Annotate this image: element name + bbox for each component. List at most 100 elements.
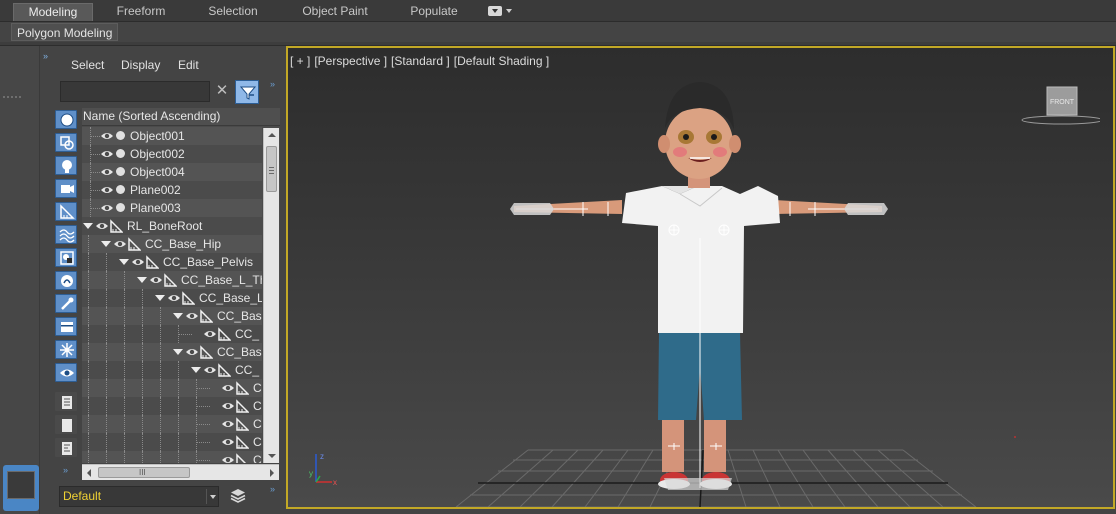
scroll-left-icon[interactable] <box>87 469 91 477</box>
hidden-filter-button[interactable] <box>55 363 77 382</box>
cameras-filter-button[interactable] <box>55 179 77 198</box>
scroll-thumb[interactable]: III <box>98 467 190 478</box>
visibility-eye-icon[interactable] <box>149 274 163 288</box>
invert-display-button[interactable] <box>55 438 77 457</box>
tree-row[interactable]: C <box>82 397 262 415</box>
geometry-filter-button[interactable] <box>55 110 77 129</box>
xrefs-filter-button[interactable] <box>55 271 77 290</box>
visibility-eye-icon[interactable] <box>100 202 114 216</box>
expand-toggle-icon[interactable] <box>137 277 147 283</box>
ribbon-options-dropdown[interactable] <box>488 6 514 18</box>
tree-row[interactable]: C <box>82 451 262 463</box>
tree-row[interactable]: Object001 <box>82 127 262 145</box>
visibility-eye-icon[interactable] <box>167 292 181 306</box>
display-none-button[interactable] <box>55 415 77 434</box>
visibility-eye-icon[interactable] <box>221 454 235 463</box>
visibility-eye-icon[interactable] <box>221 418 235 432</box>
tab-modeling[interactable]: Modeling <box>13 3 93 21</box>
tree-guide <box>106 289 107 307</box>
expand-arrows-icon[interactable]: » <box>270 79 275 89</box>
menu-edit[interactable]: Edit <box>178 58 199 72</box>
helpers-filter-button[interactable] <box>55 202 77 221</box>
expand-toggle-icon[interactable] <box>173 349 183 355</box>
viewport-point-of-view-menu[interactable]: [Perspective ] <box>314 54 387 68</box>
visibility-eye-icon[interactable] <box>221 382 235 396</box>
viewport-standard-menu[interactable]: [Standard ] <box>391 54 450 68</box>
expand-toggle-icon[interactable] <box>83 223 93 229</box>
expand-toggle-icon[interactable] <box>191 367 201 373</box>
visibility-eye-icon[interactable] <box>221 436 235 450</box>
viewcube[interactable]: FRONT <box>1020 84 1100 128</box>
tree-row[interactable]: CC_Base_L <box>82 289 262 307</box>
visibility-eye-icon[interactable] <box>100 130 114 144</box>
expand-arrows-icon[interactable]: » <box>63 465 68 475</box>
scroll-thumb[interactable] <box>266 146 277 192</box>
expand-arrows-icon[interactable]: » <box>43 51 48 61</box>
menu-display[interactable]: Display <box>121 58 160 72</box>
menu-select[interactable]: Select <box>71 58 104 72</box>
frozen-filter-button[interactable] <box>55 340 77 359</box>
tab-freeform[interactable]: Freeform <box>101 3 181 21</box>
bones-filter-button[interactable] <box>55 294 77 313</box>
viewport-label-menu[interactable]: [ + ] [Perspective ] [Standard ] [Default S… <box>290 54 553 68</box>
viewport-layout-button[interactable] <box>3 465 39 511</box>
tree-row[interactable]: CC_ <box>82 361 262 379</box>
tree-row[interactable]: CC_Base <box>82 343 262 361</box>
visibility-eye-icon[interactable] <box>131 256 145 270</box>
expand-toggle-icon[interactable] <box>173 313 183 319</box>
tree-row[interactable]: CC_Base_Hip <box>82 235 262 253</box>
visibility-eye-icon[interactable] <box>100 148 114 162</box>
expand-arrows-icon[interactable]: » <box>270 484 275 494</box>
scroll-right-icon[interactable] <box>270 469 274 477</box>
horizontal-scrollbar[interactable]: III <box>82 464 279 480</box>
visibility-eye-icon[interactable] <box>185 346 199 360</box>
tree-row[interactable]: Object002 <box>82 145 262 163</box>
filter-toggle-button[interactable] <box>235 80 259 104</box>
viewport-shading-menu[interactable]: [Default Shading ] <box>454 54 549 68</box>
tree-row[interactable]: Plane003 <box>82 199 262 217</box>
visibility-eye-icon[interactable] <box>100 166 114 180</box>
layer-dropdown[interactable]: Default <box>59 486 219 507</box>
layers-icon[interactable] <box>228 486 248 506</box>
collapse-handle-icon[interactable] <box>0 92 40 102</box>
expand-toggle-icon[interactable] <box>119 259 129 265</box>
polygon-modeling-panel-button[interactable]: Polygon Modeling <box>11 23 119 41</box>
tree-row[interactable]: CC_Base_L_Thi <box>82 271 262 289</box>
expand-toggle-icon[interactable] <box>101 241 111 247</box>
tab-selection[interactable]: Selection <box>193 3 273 21</box>
groups-filter-button[interactable] <box>55 248 77 267</box>
visibility-eye-icon[interactable] <box>185 310 199 324</box>
containers-filter-button[interactable] <box>55 317 77 336</box>
perspective-viewport[interactable]: [ + ] [Perspective ] [Standard ] [Default S… <box>286 46 1115 509</box>
scroll-up-icon[interactable] <box>268 133 276 137</box>
tree-row[interactable]: CC_Base_Pelvis <box>82 253 262 271</box>
search-input[interactable] <box>60 81 210 102</box>
spacewarps-filter-button[interactable] <box>55 225 77 244</box>
tree-row[interactable]: C <box>82 433 262 451</box>
tree-row[interactable]: C <box>82 415 262 433</box>
tab-object-paint[interactable]: Object Paint <box>290 3 380 21</box>
vertical-scrollbar[interactable] <box>263 128 279 463</box>
scroll-down-icon[interactable] <box>268 454 276 458</box>
tab-populate[interactable]: Populate <box>394 3 474 21</box>
viewport-general-menu[interactable]: [ + ] <box>290 54 310 68</box>
tree-row[interactable]: Object004 <box>82 163 262 181</box>
tree-row[interactable]: Plane002 <box>82 181 262 199</box>
shapes-filter-button[interactable] <box>55 133 77 152</box>
tree-row[interactable]: CC_ <box>82 325 262 343</box>
visibility-eye-icon[interactable] <box>100 184 114 198</box>
tree-row[interactable]: RL_BoneRoot <box>82 217 262 235</box>
name-column-header[interactable]: Name (Sorted Ascending) <box>82 108 280 126</box>
clear-search-icon[interactable]: ✕ <box>214 82 230 100</box>
tree-guide <box>106 433 107 451</box>
visibility-eye-icon[interactable] <box>113 238 127 252</box>
tree-row[interactable]: CC_Base <box>82 307 262 325</box>
expand-toggle-icon[interactable] <box>155 295 165 301</box>
lights-filter-button[interactable] <box>55 156 77 175</box>
visibility-eye-icon[interactable] <box>221 400 235 414</box>
visibility-eye-icon[interactable] <box>203 328 217 342</box>
visibility-eye-icon[interactable] <box>95 220 109 234</box>
display-all-button[interactable] <box>55 392 77 411</box>
tree-row[interactable]: C <box>82 379 262 397</box>
visibility-eye-icon[interactable] <box>203 364 217 378</box>
